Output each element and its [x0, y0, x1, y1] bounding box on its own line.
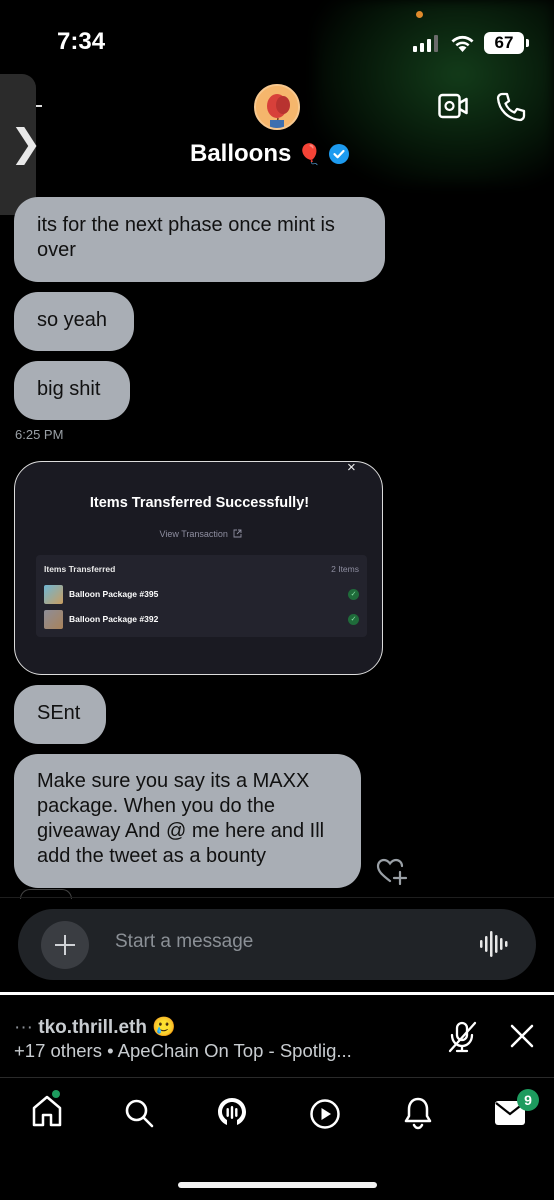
notifications-bell-icon[interactable] — [403, 1096, 433, 1130]
close-icon[interactable] — [510, 1024, 534, 1048]
space-host-name: tko.thrill.eth — [38, 1017, 147, 1038]
message-bubble[interactable]: big shit — [14, 361, 130, 420]
battery-level: 67 — [494, 33, 514, 52]
message-text: its for the next phase once mint is over — [37, 214, 335, 261]
message-timestamp: 6:25 PM — [15, 427, 64, 442]
check-icon: ✓ — [348, 588, 359, 600]
list-item: Balloon Package #395 ✓ — [44, 583, 359, 605]
video-call-icon[interactable] — [438, 93, 468, 119]
message-bubble[interactable]: so yeah — [14, 292, 134, 351]
package-name: Balloon Package #395 — [69, 589, 159, 599]
wifi-icon — [451, 35, 474, 52]
message-bubble[interactable]: Make sure you say its a MAXX package. Wh… — [14, 754, 361, 888]
message-bubble[interactable]: its for the next phase once mint is over — [14, 197, 385, 282]
items-panel: Items Transferred 2 Items Balloon Packag… — [36, 555, 367, 637]
items-count: 2 Items — [331, 564, 359, 574]
privacy-indicator-dot — [416, 11, 423, 18]
home-indicator[interactable] — [178, 1182, 377, 1188]
message-text: Make sure you say its a MAXX package. Wh… — [37, 770, 325, 867]
message-bubble[interactable]: SEnt — [14, 685, 106, 744]
message-text: SEnt — [37, 702, 81, 724]
external-link-icon — [233, 529, 242, 538]
divider — [0, 897, 554, 898]
items-panel-title: Items Transferred — [44, 564, 116, 574]
message-text: big shit — [37, 378, 101, 400]
status-bar: 7:34 67 — [0, 0, 554, 185]
view-transaction-link: View Transaction — [15, 529, 382, 539]
shared-image-card[interactable]: Items Transferred Successfully! View Tra… — [14, 461, 383, 675]
add-attachment-button[interactable] — [41, 921, 89, 969]
phone-call-icon[interactable] — [496, 92, 526, 122]
home-icon[interactable] — [31, 1094, 63, 1128]
space-host-emoji: 🥲 — [152, 1017, 176, 1038]
space-subtitle: +17 others • ApeChain On Top - Spotlig..… — [14, 1040, 352, 1061]
card-title: Items Transferred Successfully! — [89, 495, 310, 511]
back-indicator[interactable] — [36, 105, 42, 107]
check-icon: ✓ — [348, 613, 359, 625]
home-notification-dot — [52, 1090, 60, 1098]
side-panel-handle[interactable]: ❯ — [0, 74, 42, 215]
verified-badge-icon — [329, 144, 350, 164]
list-item: Balloon Package #392 ✓ — [44, 608, 359, 630]
space-host: ··· tko.thrill.eth 🥲 — [14, 1015, 176, 1039]
battery-icon: 67 — [484, 32, 529, 54]
status-time: 7:34 — [57, 28, 106, 55]
search-icon[interactable] — [124, 1098, 154, 1128]
message-composer: Start a message — [18, 909, 536, 980]
heart-add-reaction-icon[interactable] — [376, 857, 408, 885]
cellular-signal-icon — [413, 35, 438, 52]
more-dots: ··· — [14, 1017, 33, 1038]
message-text: so yeah — [37, 309, 108, 331]
balloon-emoji: 🎈 — [297, 143, 323, 166]
close-icon[interactable]: × — [347, 459, 356, 476]
package-thumbnail — [44, 609, 63, 629]
messages-badge: 9 — [517, 1089, 539, 1111]
package-thumbnail — [44, 584, 63, 604]
package-name: Balloon Package #392 — [69, 614, 159, 624]
chevron-right-icon: ❯ — [10, 123, 42, 165]
chat-title[interactable]: Balloons 🎈 — [190, 140, 350, 168]
chat-title-text: Balloons — [190, 140, 292, 167]
balloon-avatar-icon — [256, 86, 298, 128]
message-input[interactable]: Start a message — [115, 931, 253, 953]
video-play-icon[interactable] — [309, 1098, 341, 1130]
avatar[interactable] — [254, 84, 300, 130]
voice-message-icon[interactable] — [480, 929, 508, 959]
mic-off-icon[interactable] — [447, 1020, 479, 1054]
view-transaction-text: View Transaction — [159, 529, 228, 539]
live-space-bar[interactable]: ··· tko.thrill.eth 🥲 +17 others • ApeCha… — [0, 992, 554, 1078]
spaces-icon[interactable] — [216, 1096, 248, 1130]
